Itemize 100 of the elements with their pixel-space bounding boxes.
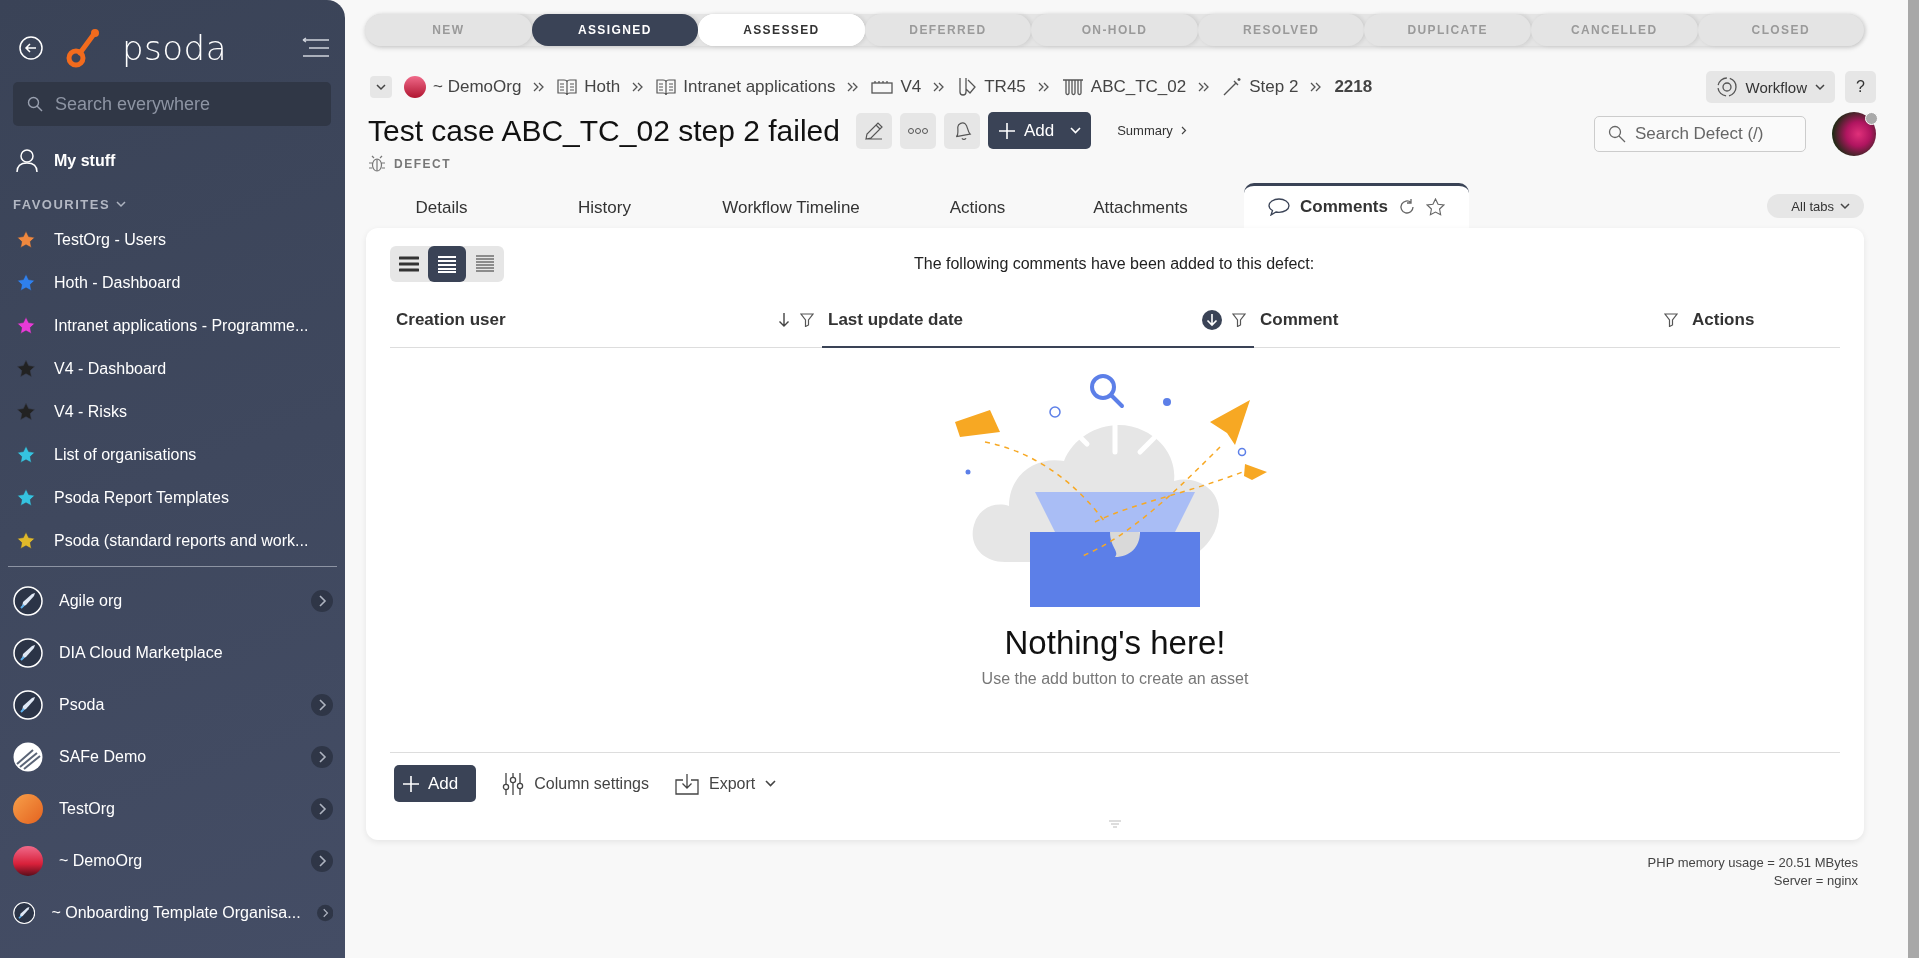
org-avatar-icon	[404, 76, 426, 98]
tab[interactable]: Comments	[1244, 183, 1469, 228]
plus-icon	[997, 121, 1016, 140]
column-header[interactable]: Comment	[1254, 294, 1686, 348]
breadcrumb-link[interactable]: Intranet applications	[683, 77, 836, 97]
breadcrumb-link[interactable]: V4	[900, 77, 922, 97]
workflow-stage[interactable]: ASSESSED	[698, 14, 865, 46]
chevron-down-icon	[765, 780, 777, 787]
cycle-icon	[1715, 76, 1738, 98]
page-title: Test case ABC_TC_02 step 2 failed	[368, 113, 840, 148]
view-mode-button[interactable]	[428, 246, 466, 282]
more-icon	[906, 126, 929, 135]
breadcrumb-link[interactable]: Step 2	[1249, 77, 1299, 97]
chevron-down-icon[interactable]	[116, 200, 127, 208]
breadcrumb-separator-icon	[1037, 82, 1050, 92]
summary-link[interactable]: Summary	[1117, 123, 1173, 138]
favourite-link[interactable]: List of organisations	[54, 445, 197, 464]
column-header[interactable]: Last update date	[822, 294, 1254, 348]
filter-icon[interactable]	[1232, 313, 1246, 327]
organisation-link[interactable]: TestOrg	[59, 800, 115, 818]
expand-chevron-icon[interactable]	[311, 746, 333, 768]
star-icon[interactable]	[1425, 198, 1445, 216]
add-button[interactable]: Add	[394, 765, 477, 802]
chevron-right-icon[interactable]	[1180, 126, 1187, 135]
breadcrumb-separator-icon	[1310, 82, 1323, 92]
server-info-text: PHP memory usage = 20.51 MBytes	[1646, 854, 1858, 872]
favourite-link[interactable]: Intranet applications - Programme...	[54, 316, 309, 335]
organisation-link[interactable]: Agile org	[59, 592, 123, 610]
tab[interactable]: Details	[360, 188, 523, 228]
favourites-heading[interactable]: FAVOURITES	[13, 196, 111, 212]
sort-arrow-icon[interactable]	[778, 312, 790, 328]
rocket-avatar-icon	[13, 586, 43, 616]
back-icon[interactable]	[18, 35, 44, 61]
favourite-link[interactable]: Psoda (standard reports and work...	[54, 531, 309, 550]
tab[interactable]: Attachments	[1059, 188, 1222, 228]
brand-name: psoda	[122, 28, 227, 68]
organisation-link[interactable]: SAFe Demo	[59, 748, 147, 766]
chevron-down-icon	[1815, 83, 1825, 91]
column-header[interactable]: Creation user	[390, 294, 822, 348]
tab[interactable]: Workflow Timeline	[686, 188, 896, 228]
favourite-link[interactable]: V4 - Risks	[54, 402, 127, 421]
expand-chevron-icon[interactable]	[311, 590, 333, 612]
search-field[interactable]: Search everywhere	[13, 82, 331, 126]
chevron-down-icon	[1070, 127, 1082, 134]
org-avatar-icon	[13, 846, 43, 876]
status-dot	[1865, 112, 1878, 125]
breadcrumb-link[interactable]: ~ DemoOrg	[433, 77, 522, 97]
breadcrumb-link[interactable]: Hoth	[584, 77, 621, 97]
more-button[interactable]	[899, 112, 936, 149]
chevron-down-icon	[376, 83, 386, 91]
notification-button[interactable]	[943, 112, 980, 149]
workflow-button[interactable]: Workflow	[1705, 71, 1835, 103]
breadcrumb-link[interactable]: ABC_TC_02	[1090, 77, 1187, 97]
add-button[interactable]: Add	[987, 112, 1092, 149]
workflow-stage[interactable]: ASSIGNED	[531, 14, 699, 46]
favourite-link[interactable]: Hoth - Dashboard	[54, 273, 181, 292]
breadcrumb-link[interactable]: TR45	[984, 77, 1026, 97]
expand-chevron-icon[interactable]	[311, 850, 333, 872]
expand-chevron-icon[interactable]	[311, 798, 333, 820]
favourite-link[interactable]: TestOrg - Users	[54, 230, 166, 249]
filter-icon[interactable]	[800, 313, 814, 327]
expand-chevron-icon[interactable]	[311, 694, 333, 716]
book-icon	[557, 78, 578, 96]
empty-state-title: Nothing's here!	[1004, 624, 1226, 662]
wand-icon	[1222, 77, 1243, 97]
organisation-link[interactable]: DIA Cloud Marketplace	[59, 644, 223, 662]
my-stuff-link[interactable]: My stuff	[54, 152, 116, 170]
help-button[interactable]: ?	[1845, 71, 1876, 103]
test-tubes-icon	[1061, 78, 1084, 96]
edit-button[interactable]	[855, 112, 892, 149]
search-field[interactable]: Search Defect (/)	[1594, 116, 1806, 152]
resize-handle-icon[interactable]	[1108, 820, 1122, 828]
column-settings-button[interactable]: Column settings	[502, 771, 649, 796]
rows-icon	[437, 255, 457, 273]
all-tabs-button[interactable]: All tabs	[1767, 194, 1864, 218]
user-avatar[interactable]	[1832, 112, 1876, 156]
refresh-icon[interactable]	[1397, 198, 1416, 216]
favourite-link[interactable]: Psoda Report Templates	[54, 488, 229, 507]
item-type-label: DEFECT	[394, 157, 451, 171]
bug-icon	[368, 155, 386, 173]
comment-icon	[1268, 198, 1291, 216]
dropdown-toggle[interactable]	[370, 76, 392, 98]
tab[interactable]: Actions	[896, 188, 1059, 228]
organisation-link[interactable]: ~ DemoOrg	[59, 852, 143, 870]
rows-icon	[399, 255, 419, 273]
column-header[interactable]: Actions	[1686, 294, 1840, 348]
export-button[interactable]: Export	[674, 772, 777, 795]
favourite-link[interactable]: V4 - Dashboard	[54, 359, 167, 378]
expand-chevron-icon[interactable]	[316, 902, 333, 924]
breadcrumb-current: 2218	[1334, 77, 1373, 97]
organisation-link[interactable]: ~ Onboarding Template Organisa...	[51, 904, 301, 922]
scrollbar[interactable]	[1908, 0, 1919, 958]
user-icon	[16, 149, 38, 173]
rocket-avatar-icon	[13, 638, 43, 668]
sliders-icon	[502, 771, 525, 796]
organisation-link[interactable]: Psoda	[59, 696, 105, 714]
tab[interactable]: History	[523, 188, 686, 228]
filter-icon[interactable]	[1664, 313, 1678, 327]
search-icon	[27, 96, 43, 112]
striped-avatar-icon	[13, 742, 43, 772]
